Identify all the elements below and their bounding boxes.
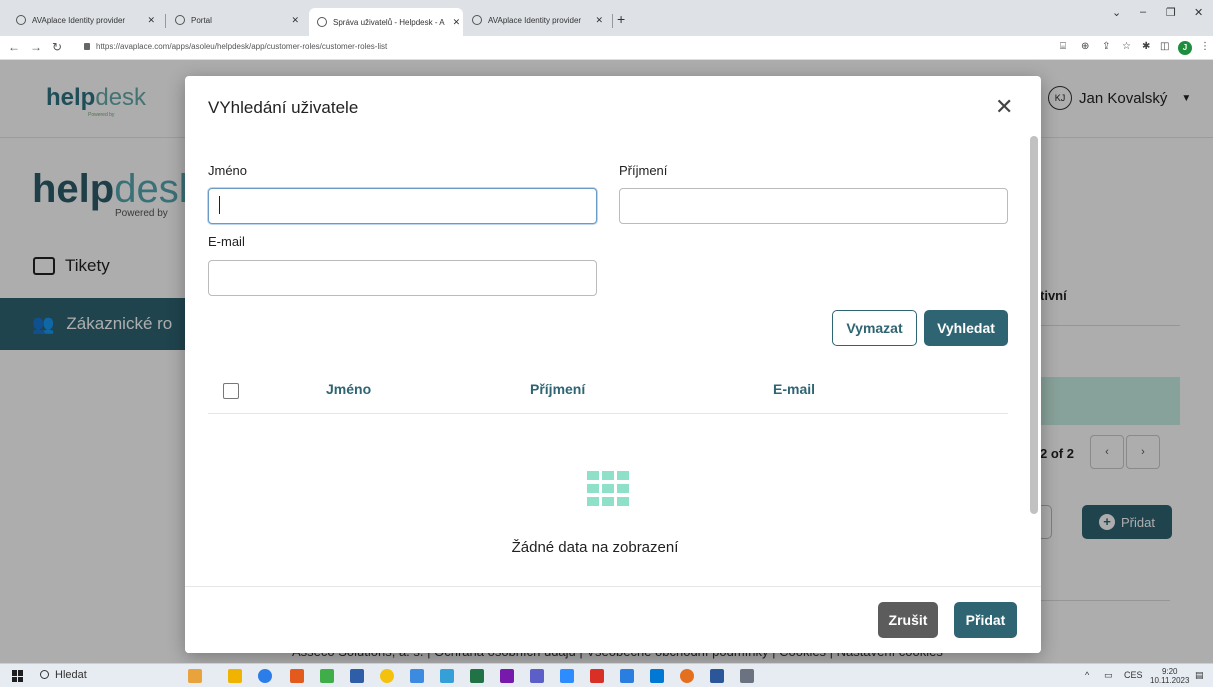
chrome-icon[interactable] bbox=[380, 669, 394, 683]
bookmark-star-icon[interactable]: ☆ bbox=[1122, 41, 1131, 52]
zoom-app-icon[interactable] bbox=[560, 669, 574, 683]
keyboard-language[interactable]: CES bbox=[1124, 670, 1143, 680]
zoom-icon[interactable]: ⊕ bbox=[1081, 41, 1089, 52]
dialog-title: VYhledání uživatele bbox=[208, 98, 359, 117]
dialog-footer: Zrušit Přidat bbox=[185, 586, 1041, 653]
scrollbar-thumb[interactable] bbox=[1030, 136, 1038, 514]
taskbar-app-icon[interactable] bbox=[290, 669, 304, 683]
url-field[interactable]: https://avaplace.com/apps/asoleu/helpdes… bbox=[84, 42, 387, 51]
tab-label: Portal bbox=[191, 15, 212, 25]
browser-tab-identity-2[interactable]: AVAplace Identity provider ✕ bbox=[464, 8, 611, 32]
profile-avatar[interactable]: J bbox=[1178, 41, 1192, 55]
taskbar-search[interactable]: Hledat bbox=[40, 669, 87, 681]
email-input[interactable] bbox=[208, 260, 597, 296]
tab-label: AVAplace Identity provider bbox=[32, 15, 126, 25]
last-name-input[interactable] bbox=[619, 188, 1008, 224]
tab-separator bbox=[612, 14, 613, 28]
results-table-header: Jméno Příjmení E-mail bbox=[208, 368, 1008, 414]
outlook-icon[interactable] bbox=[650, 669, 664, 683]
tab-label: AVAplace Identity provider bbox=[488, 15, 582, 25]
tab-close-icon[interactable]: ✕ bbox=[139, 15, 155, 26]
extensions-icon[interactable]: ✱ bbox=[1142, 41, 1150, 52]
windows-start-icon[interactable] bbox=[12, 670, 24, 682]
user-search-dialog: VYhledání uživatele ✕ Jméno Příjmení E-m… bbox=[185, 76, 1041, 653]
taskbar-app-icon[interactable] bbox=[258, 669, 272, 683]
url-text: https://avaplace.com/apps/asoleu/helpdes… bbox=[96, 42, 388, 51]
taskbar-app-icon[interactable] bbox=[740, 669, 754, 683]
site-favicon-icon bbox=[175, 15, 185, 25]
tab-close-icon[interactable]: ✕ bbox=[445, 17, 461, 28]
text-cursor bbox=[219, 196, 220, 214]
tab-search-icon[interactable]: ⌄ bbox=[1112, 6, 1121, 19]
lock-icon bbox=[84, 43, 90, 51]
select-all-checkbox[interactable] bbox=[223, 383, 239, 399]
word-icon[interactable] bbox=[710, 669, 724, 683]
site-favicon-icon bbox=[472, 15, 482, 25]
site-favicon-icon bbox=[16, 15, 26, 25]
sidepanel-icon[interactable]: ◫ bbox=[1160, 41, 1169, 52]
taskbar-app-icon[interactable] bbox=[228, 669, 242, 683]
dialog-scrollbar[interactable] bbox=[1030, 136, 1038, 584]
taskbar-app-icon[interactable] bbox=[410, 669, 424, 683]
add-button[interactable]: Přidat bbox=[954, 602, 1017, 638]
menu-kebab-icon[interactable]: ⋮ bbox=[1200, 41, 1210, 52]
back-icon[interactable]: ← bbox=[8, 40, 20, 54]
search-icon bbox=[40, 670, 49, 679]
email-label: E-mail bbox=[208, 234, 245, 249]
taskbar-clock[interactable]: 9:20 10.11.2023 bbox=[1150, 667, 1189, 685]
search-button[interactable]: Vyhledat bbox=[924, 310, 1008, 346]
restore-icon[interactable]: ❐ bbox=[1166, 6, 1176, 19]
os-taskbar: Hledat ^ ▭ CES 9:20 10.11.2023 ▤ bbox=[0, 663, 1213, 687]
taskbar-app-icon[interactable] bbox=[350, 669, 364, 683]
browser-address-bar: ← → ↻ https://avaplace.com/apps/asoleu/h… bbox=[0, 36, 1213, 60]
tab-label: Správa uživatelů - Helpdesk - A bbox=[333, 17, 445, 27]
notifications-icon[interactable]: ▤ bbox=[1195, 670, 1204, 681]
window-close-icon[interactable]: ✕ bbox=[1194, 6, 1203, 19]
browser-tab-helpdesk[interactable]: Správa uživatelů - Helpdesk - A ✕ bbox=[309, 8, 463, 36]
browser-tab-identity-1[interactable]: AVAplace Identity provider ✕ bbox=[8, 8, 163, 32]
clear-button[interactable]: Vymazat bbox=[832, 310, 917, 346]
share-icon[interactable]: ⇪ bbox=[1102, 41, 1110, 52]
taskbar-app-icon[interactable] bbox=[470, 669, 484, 683]
translate-icon[interactable]: ⌸ bbox=[1060, 41, 1066, 52]
new-tab-icon[interactable]: + bbox=[617, 11, 625, 27]
column-header-last-name[interactable]: Příjmení bbox=[530, 381, 585, 397]
todo-icon[interactable] bbox=[620, 669, 634, 683]
site-favicon-icon bbox=[317, 17, 327, 27]
forward-icon[interactable]: → bbox=[30, 40, 42, 54]
tab-close-icon[interactable]: ✕ bbox=[283, 15, 299, 26]
taskbar-app-icon[interactable] bbox=[680, 669, 694, 683]
column-header-first-name[interactable]: Jméno bbox=[326, 381, 371, 397]
taskbar-app-icon[interactable] bbox=[440, 669, 454, 683]
browser-tab-portal[interactable]: Portal ✕ bbox=[167, 8, 307, 32]
acrobat-icon[interactable] bbox=[590, 669, 604, 683]
taskbar-app-icon[interactable] bbox=[320, 669, 334, 683]
browser-tab-bar: AVAplace Identity provider ✕ Portal ✕ Sp… bbox=[0, 0, 1213, 36]
column-header-email[interactable]: E-mail bbox=[773, 381, 815, 397]
empty-grid-icon bbox=[587, 471, 629, 509]
taskbar-app-icon[interactable] bbox=[188, 669, 202, 683]
cancel-button[interactable]: Zrušit bbox=[878, 602, 938, 638]
network-icon[interactable]: ▭ bbox=[1104, 670, 1113, 681]
onenote-icon[interactable] bbox=[500, 669, 514, 683]
tab-separator bbox=[165, 14, 166, 28]
close-icon[interactable]: ✕ bbox=[995, 96, 1013, 118]
teams-icon[interactable] bbox=[530, 669, 544, 683]
empty-state-text: Žádné data na zobrazení bbox=[511, 539, 679, 556]
last-name-label: Příjmení bbox=[619, 163, 668, 178]
tab-close-icon[interactable]: ✕ bbox=[587, 15, 603, 26]
first-name-label: Jméno bbox=[208, 163, 248, 178]
tray-chevron-icon[interactable]: ^ bbox=[1085, 670, 1089, 680]
minimize-icon[interactable]: – bbox=[1140, 6, 1146, 18]
first-name-input[interactable] bbox=[208, 188, 597, 224]
reload-icon[interactable]: ↻ bbox=[52, 40, 62, 54]
